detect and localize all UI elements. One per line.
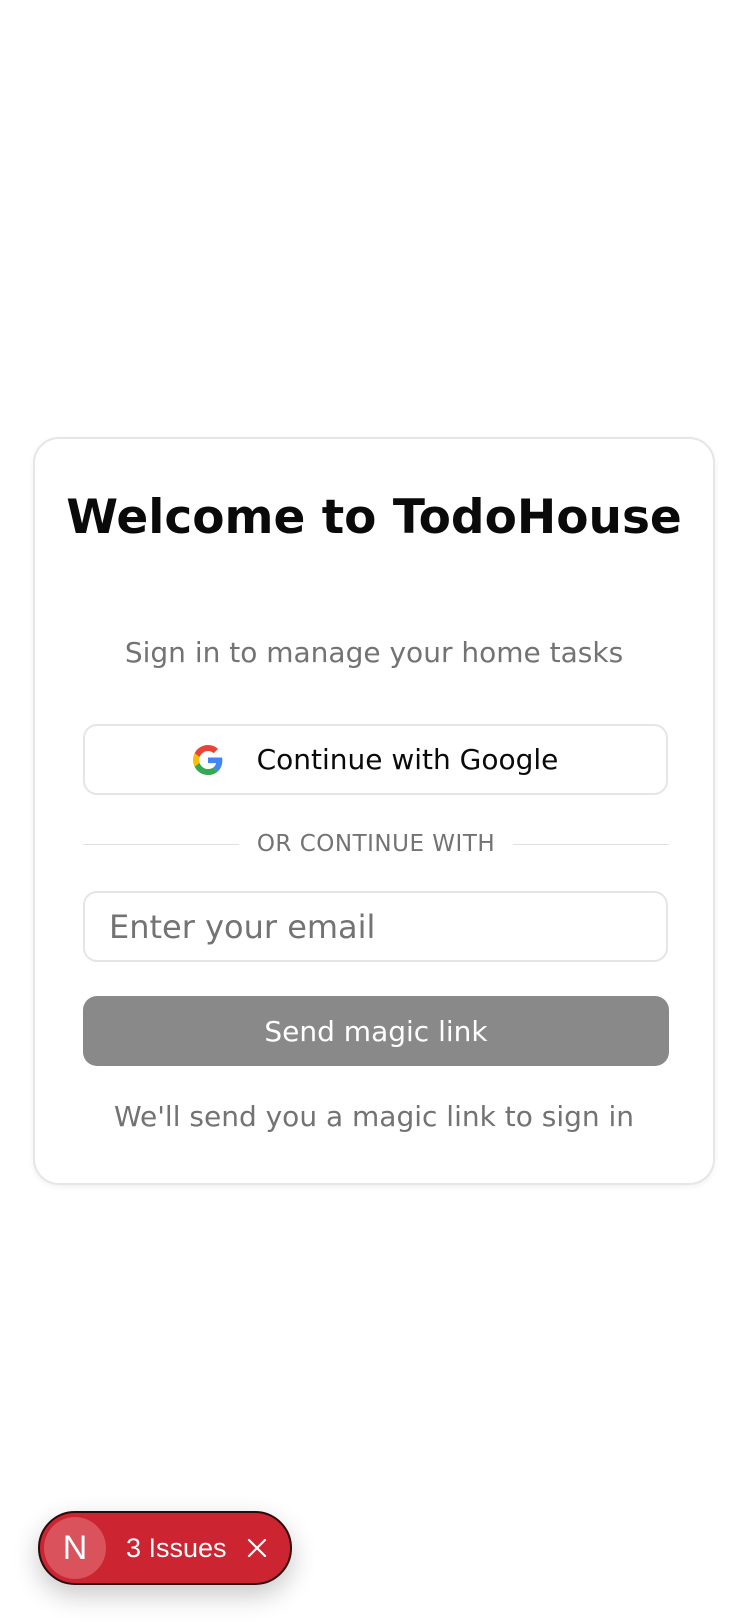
login-card: Welcome to TodoHouse Sign in to manage y…	[33, 437, 715, 1185]
magic-link-hint: We'll send you a magic link to sign in	[113, 1100, 635, 1133]
login-page: Welcome to TodoHouse Sign in to manage y…	[0, 0, 750, 1624]
divider-line-left	[83, 843, 239, 845]
nextjs-badge[interactable]: N	[44, 1517, 106, 1579]
page-title: Welcome to TodoHouse	[66, 490, 682, 545]
email-input[interactable]	[83, 891, 668, 962]
dev-issues-pill[interactable]: N 3 Issues	[38, 1511, 292, 1585]
google-button-label: Continue with Google	[256, 743, 559, 776]
page-subtitle: Sign in to manage your home tasks	[124, 636, 624, 669]
issues-count-label[interactable]: 3 Issues	[126, 1533, 227, 1564]
google-logo-icon	[192, 744, 223, 775]
or-divider: OR CONTINUE WITH	[83, 824, 670, 864]
send-magic-link-button[interactable]: Send magic link	[83, 996, 669, 1066]
divider-line-right	[513, 843, 670, 845]
divider-text: OR CONTINUE WITH	[256, 831, 496, 857]
continue-with-google-button[interactable]: Continue with Google	[83, 724, 668, 795]
close-icon[interactable]	[245, 1536, 269, 1560]
